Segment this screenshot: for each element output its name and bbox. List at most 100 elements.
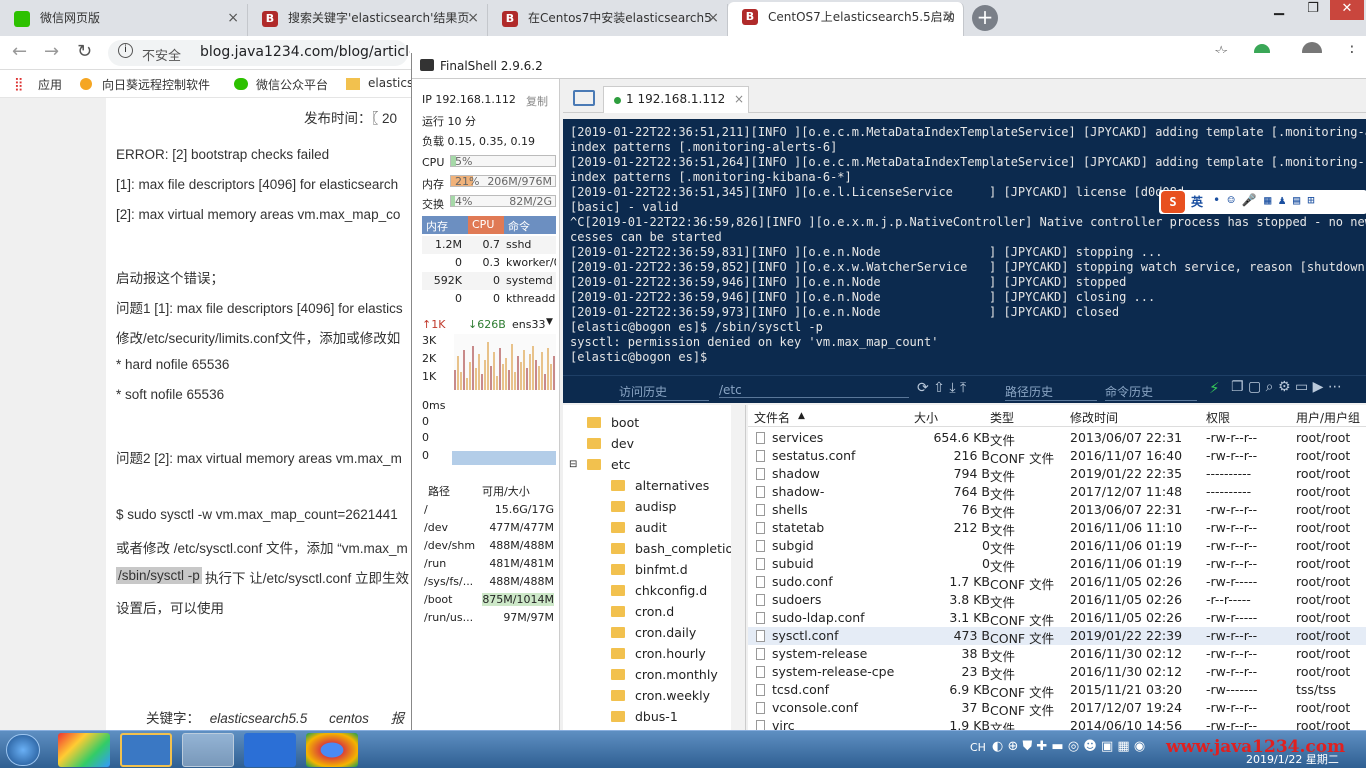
tree-node[interactable]: cron.hourly <box>611 646 706 661</box>
bookmark-wechat[interactable]: 微信公众平台 <box>256 76 328 93</box>
back-icon[interactable]: ← <box>12 41 27 62</box>
tree-node[interactable]: alternatives <box>611 478 709 493</box>
proc-header-mem[interactable]: 内存 <box>422 216 468 234</box>
close-window-icon[interactable]: ✕ <box>1330 0 1364 20</box>
process-row[interactable]: 592K 0 systemd <box>422 272 556 290</box>
file-row[interactable]: sysctl.conf 473 B CONF 文件 2019/01/22 22:39-… <box>748 627 1366 646</box>
file-row[interactable]: system-release-cpe 23 B 文件 2016/11/30 02:12… <box>748 663 1366 682</box>
tree-node[interactable]: cron.weekly <box>611 688 710 703</box>
ime-toolbar[interactable]: S 英 • ☺ 🎤 ▦ ♟ ▤ ⊞ <box>1159 190 1366 214</box>
browser-tab[interactable]: B 搜索关键字'elasticsearch'结果页 × <box>248 4 488 36</box>
close-tab-icon[interactable]: × <box>467 4 479 32</box>
file-mtime: 2016/11/06 11:10 <box>1070 520 1183 535</box>
file-row[interactable]: statetab 212 B 文件 2016/11/06 11:10 -rw-r--r-… <box>748 519 1366 538</box>
file-row[interactable]: shadow 794 B 文件 2019/01/22 22:35 ---------- r… <box>748 465 1366 484</box>
browser-tab[interactable]: B CentOS7上elasticsearch5.5启动 × <box>728 2 964 36</box>
tree-node[interactable]: ⊟ etc <box>569 457 630 472</box>
file-row[interactable]: services 654.6 KB 文件 2013/06/07 22:31 -rw-r-… <box>748 429 1366 448</box>
tree-scrollbar[interactable] <box>731 405 745 730</box>
close-tab-icon[interactable]: × <box>227 4 239 32</box>
file-row[interactable]: sudo.conf 1.7 KB CONF 文件 2016/11/05 02:26 -r… <box>748 573 1366 592</box>
tree-node[interactable]: cron.d <box>611 604 674 619</box>
tree-node[interactable]: dev <box>587 436 634 451</box>
minimize-icon[interactable]: ▁ <box>1262 0 1296 20</box>
bookmark-apps[interactable]: 应用 <box>38 76 62 93</box>
folder-open-icon[interactable] <box>573 90 595 106</box>
taskbar-wps[interactable] <box>244 733 296 767</box>
file-row[interactable]: shadow- 764 B 文件 2017/12/07 11:48 ----------… <box>748 483 1366 502</box>
file-row[interactable]: virc 1.9 KB 文件 2014/06/10 14:56 -rw-r--r-- ro… <box>748 717 1366 730</box>
file-row[interactable]: shells 76 B 文件 2013/06/07 22:31 -rw-r--r-- ro… <box>748 501 1366 520</box>
tray-icons[interactable]: ◐ ⊕ ⛊ ✚ ▬ ◎ ☻ ▣ ▦ ◉ <box>992 739 1145 754</box>
file-row[interactable]: sestatus.conf 216 B CONF 文件 2016/11/07 16:4… <box>748 447 1366 466</box>
browser-tab[interactable]: 微信网页版 × <box>0 4 248 36</box>
session-tab[interactable]: 1 192.168.1.112 × <box>603 86 749 113</box>
close-tab-icon[interactable]: × <box>943 2 955 32</box>
process-row[interactable]: 0 0.3 kworker/0 <box>422 254 556 272</box>
keyword-link[interactable]: elasticsearch5.5 <box>210 711 308 726</box>
command-history-input[interactable]: 命令历史 <box>1105 383 1197 401</box>
col-mtime[interactable]: 修改时间 <box>1070 409 1118 426</box>
col-type[interactable]: 类型 <box>990 409 1014 426</box>
reload-icon[interactable]: ↻ <box>77 41 92 62</box>
forward-icon[interactable]: → <box>44 41 59 62</box>
taskbar-chrome[interactable] <box>306 733 358 767</box>
tree-node[interactable]: cron.daily <box>611 625 696 640</box>
tree-node[interactable]: chkconfig.d <box>611 583 707 598</box>
file-row[interactable]: sudo-ldap.conf 3.1 KB CONF 文件 2016/11/05 02… <box>748 609 1366 628</box>
close-tab-icon[interactable]: × <box>734 92 744 106</box>
close-tab-icon[interactable]: × <box>707 4 719 32</box>
taskbar-app[interactable] <box>58 733 110 767</box>
apps-icon[interactable]: ⣿ <box>14 77 24 92</box>
toolbar-icons[interactable]: ⟳ ⇧ ⤓ ⤒ <box>917 380 966 396</box>
taskbar-finalshell[interactable] <box>182 733 234 767</box>
file-row[interactable]: sudoers 3.8 KB 文件 2016/11/05 02:26 -r--r----… <box>748 591 1366 610</box>
net-interface[interactable]: ens33 <box>512 318 545 331</box>
tool-icons[interactable]: ❐ ▢ ⌕ ⚙ ▭ ▶ ⋯ <box>1231 379 1342 395</box>
tree-node[interactable]: cron.monthly <box>611 667 718 682</box>
tree-node[interactable]: binfmt.d <box>611 562 688 577</box>
copy-ip-button[interactable]: 复制 <box>526 93 548 109</box>
collapse-icon[interactable]: ⊟ <box>569 459 577 470</box>
file-size: 654.6 KB <box>933 430 990 445</box>
address-bar[interactable]: i 不安全 blog.java1234.com/blog/articles/24… <box>108 40 410 66</box>
visit-history-input[interactable]: 访问历史 <box>619 383 709 401</box>
col-filename[interactable]: 文件名 <box>754 409 790 426</box>
ime-lang-indicator[interactable]: CH <box>970 741 986 754</box>
file-row[interactable]: tcsd.conf 6.9 KB CONF 文件 2015/11/21 03:20 -r… <box>748 681 1366 700</box>
tree-node[interactable]: audit <box>611 520 667 535</box>
file-row[interactable]: vconsole.conf 37 B CONF 文件 2017/12/07 19:24… <box>748 699 1366 718</box>
col-owner[interactable]: 用户/用户组 <box>1296 409 1360 426</box>
chevron-down-icon[interactable]: ▼ <box>546 317 553 327</box>
keyword-link[interactable]: 报 <box>391 711 405 726</box>
bookmark-elastics[interactable]: elastics <box>368 76 413 90</box>
browser-tab[interactable]: B 在Centos7中安装elasticsearch5 × <box>488 4 728 36</box>
clock-date[interactable]: 2019/1/22 星期二 <box>1246 751 1339 767</box>
tree-node[interactable]: bash_completion. <box>611 541 745 556</box>
file-row[interactable]: subuid 0 文件 2016/11/06 01:19 -rw-r--r-- root/… <box>748 555 1366 574</box>
tree-node[interactable]: boot <box>587 415 639 430</box>
bookmark-sunlogin[interactable]: 向日葵远程控制软件 <box>102 76 210 93</box>
file-row[interactable]: subgid 0 文件 2016/11/06 01:19 -rw-r--r-- root/… <box>748 537 1366 556</box>
proc-header-cmd[interactable]: 命令 <box>504 216 556 234</box>
process-row[interactable]: 0 0 kthreadd <box>422 290 556 308</box>
file-row[interactable]: system-release 38 B 文件 2016/11/30 02:12 -rw-… <box>748 645 1366 664</box>
new-tab-button[interactable]: + <box>972 5 998 31</box>
taskbar-app[interactable] <box>120 733 172 767</box>
proc-header-cpu[interactable]: CPU <box>468 216 504 234</box>
col-perm[interactable]: 权限 <box>1206 409 1230 426</box>
file-size: 0 <box>982 556 990 571</box>
info-icon[interactable]: i <box>118 43 133 58</box>
path-history-input[interactable]: 路径历史 <box>1005 383 1097 401</box>
tree-node[interactable]: audisp <box>611 499 676 514</box>
lightning-icon[interactable]: ⚡ <box>1209 379 1220 397</box>
start-button[interactable] <box>6 734 40 766</box>
keyword-link[interactable]: centos <box>329 711 369 726</box>
url-text[interactable]: blog.java1234.com/blog/articles/242.html <box>200 44 410 60</box>
terminal-output[interactable]: [2019-01-22T22:36:51,211][INFO ][o.e.c.m… <box>563 119 1366 401</box>
current-path-input[interactable]: /etc <box>719 383 909 398</box>
col-size[interactable]: 大小 <box>914 409 938 426</box>
process-row[interactable]: 1.2M 0.7 sshd <box>422 236 556 254</box>
restore-icon[interactable]: ❐ <box>1296 0 1330 20</box>
tree-node[interactable]: dbus-1 <box>611 709 678 724</box>
